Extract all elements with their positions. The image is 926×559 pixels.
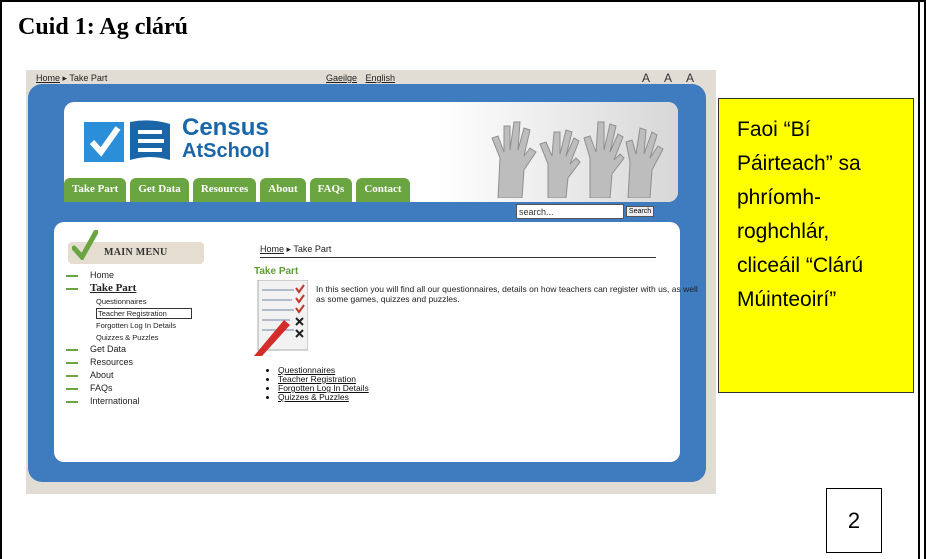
- breadcrumb: Home ▸ Take Part: [260, 244, 656, 258]
- link-quizzes-puzzles[interactable]: Quizzes & Puzzles: [278, 393, 369, 402]
- font-size-icon[interactable]: A A A: [642, 71, 700, 85]
- website-screenshot: Home ▸ Take Part Gaeilge English A A A C…: [26, 70, 716, 494]
- nav-tab-get-data[interactable]: Get Data: [130, 178, 189, 202]
- raised-hands-image: [491, 121, 664, 198]
- main-nav: Take Part Get Data Resources About FAQs …: [64, 178, 410, 202]
- top-breadcrumb: Home ▸ Take Part: [36, 73, 107, 84]
- nav-tab-contact[interactable]: Contact: [356, 178, 410, 202]
- document-heading: Cuid 1: Ag clárú: [18, 14, 189, 40]
- language-switch: Gaeilge English: [326, 73, 401, 83]
- top-breadcrumb-current: Take Part: [69, 73, 108, 83]
- top-breadcrumb-home[interactable]: Home: [36, 73, 60, 83]
- breadcrumb-home[interactable]: Home: [260, 244, 284, 254]
- search-button[interactable]: Search: [626, 206, 654, 217]
- take-part-links: Questionnaires Teacher Registration Forg…: [268, 366, 369, 402]
- nav-tab-resources[interactable]: Resources: [192, 178, 257, 202]
- language-english-link[interactable]: English: [366, 73, 396, 83]
- language-gaeilge-link[interactable]: Gaeilge: [326, 73, 357, 83]
- instruction-callout: Faoi “Bí Páirteach” sa phríomh-roghchlár…: [718, 98, 914, 393]
- table-border: [918, 0, 920, 559]
- logo-text-atschool: AtSchool: [182, 140, 270, 162]
- breadcrumb-current: Take Part: [293, 244, 332, 254]
- breadcrumb-arrow-icon: ▸: [286, 244, 292, 254]
- main-menu-title: MAIN MENU: [104, 247, 168, 258]
- main-menu-header: MAIN MENU: [68, 230, 204, 264]
- census-logo-icon[interactable]: [84, 116, 172, 166]
- nav-tab-take-part[interactable]: Take Part: [64, 178, 127, 202]
- green-check-icon: [72, 230, 98, 260]
- search-input[interactable]: [516, 204, 624, 219]
- page-number: 2: [826, 488, 882, 553]
- breadcrumb-arrow-icon: ▸: [62, 73, 68, 83]
- intro-text: In this section you will find all our qu…: [316, 284, 698, 304]
- content-area: MAIN MENU Home Take Part Questionnaires …: [54, 222, 698, 462]
- page-title: Take Part: [254, 266, 299, 277]
- logo-text-census: Census: [182, 114, 269, 141]
- nav-tab-about[interactable]: About: [260, 178, 306, 202]
- nav-tab-faqs[interactable]: FAQs: [309, 178, 353, 202]
- checklist-image: [254, 280, 308, 356]
